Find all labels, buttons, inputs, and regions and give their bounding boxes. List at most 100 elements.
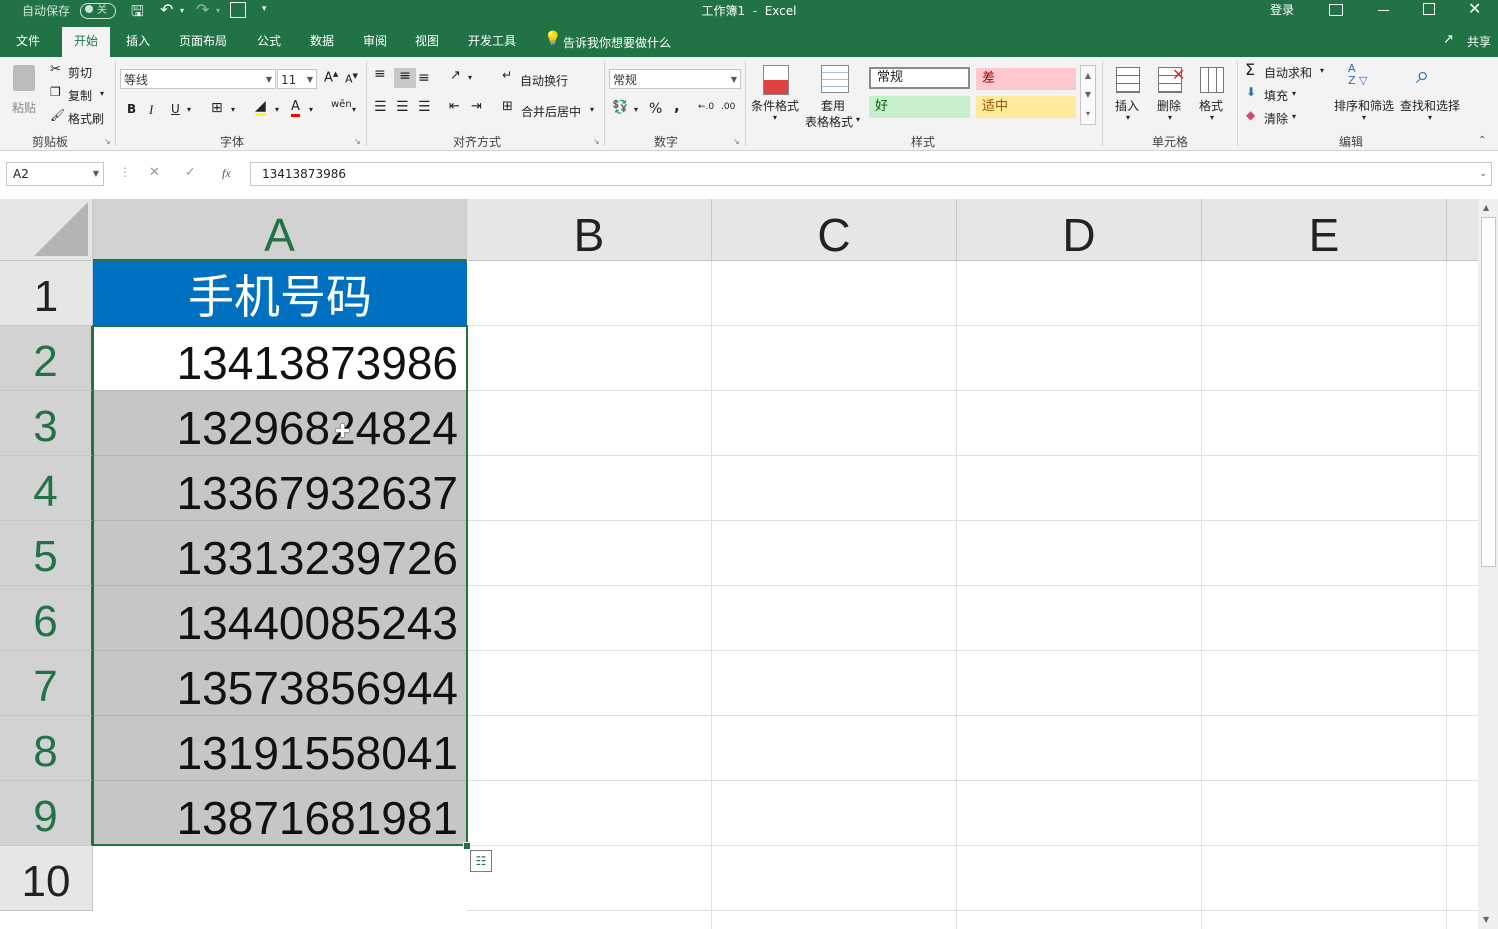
percent-button[interactable]: % [649,101,662,117]
row-header-4[interactable]: 4 [0,456,93,521]
format-as-table-button[interactable]: 套用 表格格式 ▾ [805,61,863,129]
close-icon[interactable]: ✕ [1468,0,1481,18]
orientation-icon[interactable]: ↗ [450,68,461,83]
comma-button[interactable]: , [674,97,680,115]
merge-dropdown-icon[interactable]: ▾ [590,105,594,114]
tell-me-box[interactable]: 告诉我你想要做什么 [563,34,671,51]
accounting-dropdown-icon[interactable]: ▾ [634,105,638,114]
style-normal[interactable]: 常规 [869,67,970,89]
copy-dropdown-icon[interactable]: ▾ [100,89,104,98]
format-painter-button[interactable]: 格式刷 [68,110,104,127]
tab-page-layout[interactable]: 页面布局 [169,30,237,57]
row-header-7[interactable]: 7 [0,651,93,716]
wrap-text-button[interactable]: 自动换行 [520,72,568,89]
phonetic-dropdown-icon[interactable]: ▾ [352,105,356,114]
orientation-dropdown-icon[interactable]: ▾ [468,73,472,82]
worksheet-grid[interactable]: A B C D E 1 2 3 4 5 6 7 8 9 10 手机号码 1341… [0,199,1478,929]
ribbon-display-icon[interactable] [1329,4,1343,16]
decrease-decimal-icon[interactable]: .00 [721,102,735,112]
row-header-10[interactable]: 10 [0,846,93,911]
fill-button[interactable]: 填充 [1264,87,1288,104]
underline-button[interactable]: U [171,102,180,116]
grow-font-icon[interactable]: A▲ [324,70,338,85]
font-color-dropdown-icon[interactable]: ▾ [309,105,313,114]
align-bottom-icon[interactable]: ≡ [418,70,430,86]
tab-developer[interactable]: 开发工具 [458,30,526,57]
fill-color-dropdown-icon[interactable]: ▾ [275,105,279,114]
tab-home[interactable]: 开始 [62,27,111,57]
borders-icon[interactable]: ⊞ [211,100,223,116]
row-header-3[interactable]: 3 [0,391,93,456]
font-size-select[interactable]: 11 ▼ [277,69,317,89]
share-button[interactable]: 共享 [1467,33,1491,50]
shrink-font-icon[interactable]: A▼ [345,72,358,86]
decrease-indent-icon[interactable]: ⇤ [449,99,460,114]
row-header-8[interactable]: 8 [0,716,93,781]
row-header-5[interactable]: 5 [0,521,93,586]
underline-dropdown-icon[interactable]: ▾ [187,105,191,114]
insert-cells-button[interactable]: 插入 ▾ [1110,61,1146,127]
tab-file[interactable]: 文件 [6,30,50,57]
font-name-select[interactable]: 等线 ▼ [120,69,276,89]
align-left-icon[interactable]: ☰ [374,99,387,115]
row-header-1[interactable]: 1 [0,261,93,326]
styles-scroll[interactable]: ▲ ▼ ▾ [1080,65,1096,125]
clear-dropdown-icon[interactable]: ▾ [1292,112,1296,121]
tab-review[interactable]: 审阅 [353,30,397,57]
column-header-c[interactable]: C [712,199,957,261]
borders-dropdown-icon[interactable]: ▾ [231,105,235,114]
column-header-e[interactable]: E [1202,199,1447,261]
clear-button[interactable]: 清除 [1264,110,1288,127]
delete-cells-button[interactable]: ✕ 删除 ▾ [1152,61,1188,127]
quick-analysis-icon[interactable]: ☷ [470,850,492,872]
scroll-down-icon[interactable]: ▼ [1483,915,1489,924]
vertical-scrollbar[interactable]: ▲ ▼ [1478,199,1498,929]
italic-button[interactable]: I [149,102,153,118]
collapse-ribbon-icon[interactable]: ⌃ [1478,135,1486,146]
increase-decimal-icon[interactable]: ←.0 [698,102,714,112]
alignment-launcher-icon[interactable]: ↘ [593,137,600,146]
autosum-button[interactable]: 自动求和 [1264,64,1312,81]
confirm-entry-icon[interactable]: ✓ [185,165,196,180]
paste-button[interactable]: 粘贴 [8,61,42,121]
style-bad[interactable]: 差 [976,68,1076,90]
sort-filter-button[interactable]: AZ ▽ 排序和筛选 ▾ [1332,61,1396,127]
align-center-icon[interactable]: ☰ [396,99,409,115]
style-neutral[interactable]: 适中 [976,96,1076,118]
find-select-button[interactable]: ⌕ 查找和选择 ▾ [1398,61,1462,127]
formula-input[interactable]: 13413873986 ⌄ [250,162,1492,186]
font-color-icon[interactable]: A [291,99,300,117]
increase-indent-icon[interactable]: ⇥ [471,99,482,114]
scroll-thumb[interactable] [1481,217,1496,567]
share-icon[interactable]: ↗ [1443,32,1454,47]
accounting-icon[interactable]: 💱 [612,100,628,115]
autosum-dropdown-icon[interactable]: ▾ [1320,66,1324,75]
fill-dropdown-icon[interactable]: ▾ [1292,89,1296,98]
scroll-up-icon[interactable]: ▲ [1483,203,1489,212]
login-link[interactable]: 登录 [1270,1,1294,18]
column-header-b[interactable]: B [467,199,712,261]
style-good[interactable]: 好 [869,96,970,118]
insert-function-button[interactable]: fx [222,166,231,181]
cut-button[interactable]: 剪切 [68,64,92,81]
minimize-icon[interactable] [1378,10,1389,11]
column-header-d[interactable]: D [957,199,1202,261]
row-header-2[interactable]: 2 [0,326,93,391]
name-box[interactable]: A2 ▼ [6,162,104,186]
bold-button[interactable]: B [127,102,136,116]
column-header-a[interactable]: A [93,199,467,261]
tab-formulas[interactable]: 公式 [247,30,291,57]
fill-handle[interactable] [463,842,471,850]
number-format-select[interactable]: 常规 ▼ [609,69,741,89]
select-all-corner[interactable] [0,199,93,261]
clipboard-launcher-icon[interactable]: ↘ [104,137,111,146]
format-cells-button[interactable]: 格式 ▾ [1194,61,1230,127]
conditional-format-button[interactable]: 条件格式 ▾ [749,61,803,127]
row-header-9[interactable]: 9 [0,781,93,846]
number-launcher-icon[interactable]: ↘ [733,137,740,146]
copy-button[interactable]: 复制 [68,87,92,104]
tab-data[interactable]: 数据 [300,30,344,57]
merge-center-button[interactable]: 合并后居中 [521,103,581,120]
phonetic-icon[interactable]: wēn [331,99,352,110]
align-right-icon[interactable]: ☰ [418,99,431,115]
